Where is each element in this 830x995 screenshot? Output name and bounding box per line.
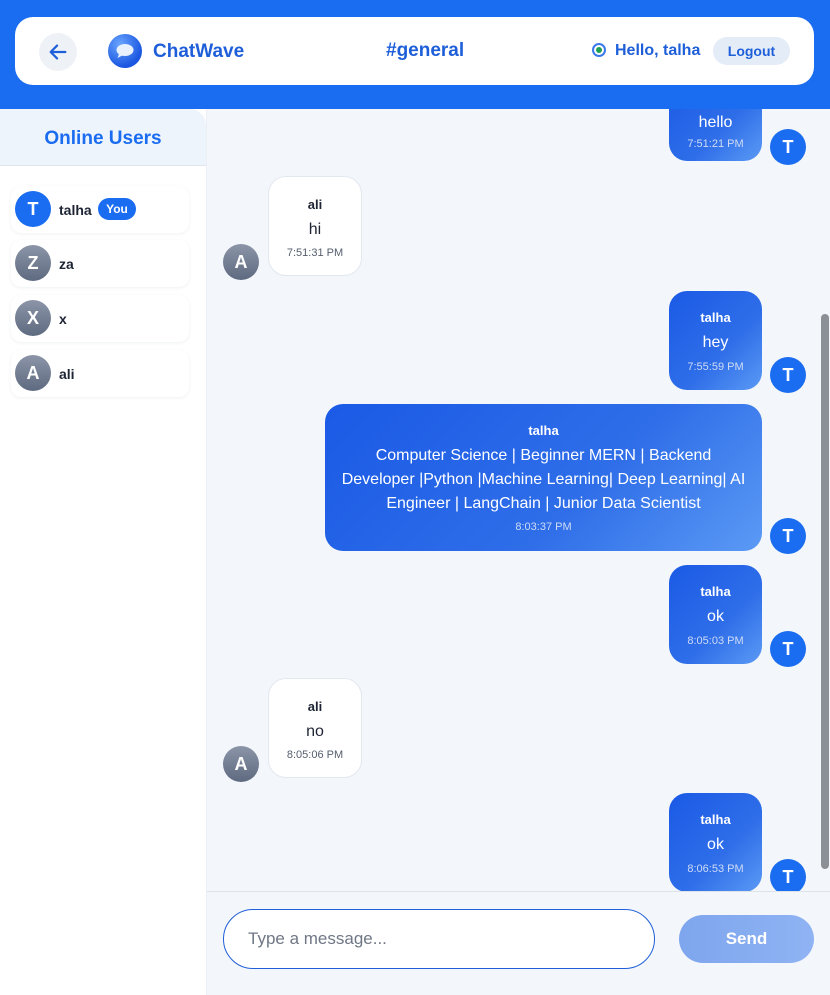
top-bar: ChatWave #general Hello, talha Logout <box>0 0 830 109</box>
message-text: ok <box>707 836 724 853</box>
message-input[interactable] <box>223 909 655 969</box>
user-name: talha <box>59 202 92 218</box>
user-greeting: Hello, talha <box>615 42 701 59</box>
message-text: hello <box>698 114 733 131</box>
message-text: Computer Science | Beginner MERN | Backe… <box>341 447 746 512</box>
sidebar-title: Online Users <box>44 128 162 149</box>
message-text: no <box>306 723 324 740</box>
send-button[interactable]: Send <box>679 915 814 963</box>
sidebar-header: Online Users <box>0 109 206 166</box>
channel-name: #general <box>386 40 465 61</box>
message-time: 7:55:59 PM <box>687 361 744 373</box>
message-sender: talha <box>700 584 731 599</box>
avatar: A <box>223 244 259 280</box>
header: ChatWave #general Hello, talha Logout <box>15 17 814 85</box>
user-item-x[interactable]: X x <box>11 295 189 342</box>
user-item-talha[interactable]: T talha You <box>11 186 189 233</box>
message-bubble-own: talha hey 7:55:59 PM <box>669 291 762 390</box>
avatar: X <box>15 300 51 336</box>
avatar: T <box>770 518 806 554</box>
message-bubble-own: talha Computer Science | Beginner MERN |… <box>325 404 762 551</box>
avatar: Z <box>15 245 51 281</box>
message-time: 7:51:21 PM <box>687 138 744 150</box>
message-time: 8:06:53 PM <box>687 863 744 875</box>
online-status-icon <box>592 43 606 57</box>
user-name: x <box>59 311 67 327</box>
logout-button[interactable]: Logout <box>713 37 790 65</box>
message-sender: ali <box>307 699 323 714</box>
scrollbar[interactable] <box>821 314 829 869</box>
avatar: T <box>770 631 806 667</box>
user-name: za <box>59 256 74 272</box>
message-bubble-own: hello 7:51:21 PM <box>669 109 762 161</box>
message-text: hey <box>702 334 729 351</box>
message-sender: talha <box>528 423 559 438</box>
message-bubble-own: talha ok 8:05:03 PM <box>669 565 762 664</box>
you-badge: You <box>98 198 136 220</box>
avatar: T <box>770 357 806 393</box>
message-composer: Send <box>207 891 830 995</box>
message-bubble-other: ali hi 7:51:31 PM <box>268 176 362 276</box>
message-text: hi <box>308 221 322 238</box>
message-list[interactable]: hello 7:51:21 PM T A ali hi 7:51:31 PM t… <box>207 109 830 891</box>
message-bubble-other: ali no 8:05:06 PM <box>268 678 362 778</box>
message-time: 8:05:06 PM <box>286 749 344 761</box>
user-item-ali[interactable]: A ali <box>11 350 189 397</box>
avatar: T <box>770 129 806 165</box>
message-bubble-own: talha ok 8:06:53 PM <box>669 793 762 891</box>
avatar: T <box>15 191 51 227</box>
message-sender: talha <box>700 310 731 325</box>
user-item-za[interactable]: Z za <box>11 240 189 287</box>
message-time: 7:51:31 PM <box>286 247 344 259</box>
message-time: 8:05:03 PM <box>687 635 744 647</box>
avatar: A <box>223 746 259 782</box>
message-text: ok <box>707 608 724 625</box>
arrow-left-icon <box>49 44 67 60</box>
message-sender: ali <box>307 197 323 212</box>
back-button[interactable] <box>39 33 77 71</box>
online-users-sidebar: Online Users T talha You Z za X x A ali <box>0 109 207 995</box>
message-sender: talha <box>700 812 731 827</box>
app-brand: ChatWave <box>153 41 245 62</box>
chat-bubble-icon <box>108 34 142 68</box>
message-time: 8:03:37 PM <box>515 521 572 533</box>
avatar: T <box>770 859 806 891</box>
avatar: A <box>15 355 51 391</box>
user-name: ali <box>59 366 75 382</box>
